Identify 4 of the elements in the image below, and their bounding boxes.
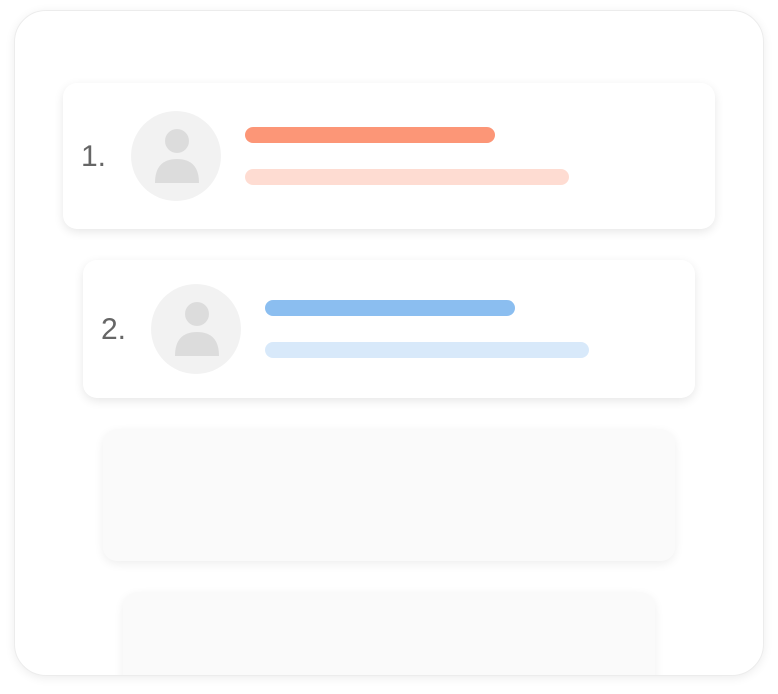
avatar-icon bbox=[151, 284, 241, 374]
item-number: 1. bbox=[81, 138, 108, 174]
item-number: 2. bbox=[101, 312, 128, 348]
avatar-icon bbox=[131, 111, 221, 201]
